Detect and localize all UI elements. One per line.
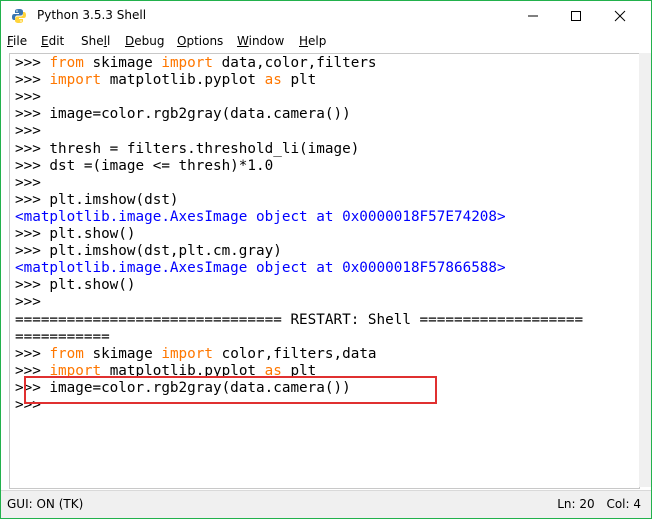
code-token: >>> xyxy=(15,123,41,140)
output-token: <matplotlib.image.AxesImage object at 0x… xyxy=(15,260,506,277)
code-token: >>> xyxy=(15,72,50,89)
code-token: >>> thresh = filters.threshold_li(image) xyxy=(15,140,360,157)
cursor-position: Ln: 20 Col: 4 xyxy=(549,497,641,511)
minimize-button[interactable] xyxy=(510,1,556,31)
shell-line: <matplotlib.image.AxesImage object at 0x… xyxy=(15,209,506,226)
shell-line: >>> plt.imshow(dst,plt.cm.gray) xyxy=(15,243,282,260)
close-button[interactable] xyxy=(597,1,643,31)
shell-text-area[interactable]: >>> from skimage import data,color,filte… xyxy=(9,53,640,489)
code-token: >>> plt.imshow(dst,plt.cm.gray) xyxy=(15,243,282,260)
window-title: Python 3.5.3 Shell xyxy=(37,8,147,22)
code-token: >>> image=color.rgb2gray(data.camera()) xyxy=(15,106,351,123)
shell-line: >>> image=color.rgb2gray(data.camera()) xyxy=(15,106,351,123)
minimize-icon xyxy=(528,15,538,17)
keyword-token: from xyxy=(49,345,84,362)
gui-status: GUI: ON (TK) xyxy=(7,497,84,511)
python-icon xyxy=(11,8,27,24)
title-bar[interactable]: Python 3.5.3 Shell xyxy=(1,1,651,31)
shell-line: >>> dst =(image <= thresh)*1.0 xyxy=(15,158,273,175)
shell-line: >>> xyxy=(15,123,41,140)
code-token: >>> plt.show() xyxy=(15,277,136,294)
shell-line: >>> xyxy=(15,89,41,106)
close-icon xyxy=(614,10,626,22)
code-token: skimage xyxy=(83,55,162,71)
code-token: data,color,filters xyxy=(213,55,377,71)
code-token: =========== xyxy=(15,328,110,345)
column-number: Col: 4 xyxy=(606,497,641,511)
shell-line: >>> plt.show() xyxy=(15,277,136,294)
line-number: Ln: 20 xyxy=(557,497,595,511)
menu-options[interactable]: Options xyxy=(177,34,223,48)
highlight-annotation-box xyxy=(24,376,437,404)
code-token: >>> xyxy=(15,89,41,106)
shell-line: >>> xyxy=(15,175,41,192)
menu-help[interactable]: Help xyxy=(299,34,326,48)
code-token: >>> plt.imshow(dst) xyxy=(15,191,179,208)
menu-window[interactable]: Window xyxy=(237,34,284,48)
shell-line: =========== xyxy=(15,329,110,346)
code-token: color,filters,data xyxy=(213,345,377,362)
code-token: >>> xyxy=(15,345,50,362)
menu-file[interactable]: File xyxy=(7,34,27,48)
shell-line: >>> plt.imshow(dst) xyxy=(15,192,179,209)
menu-edit[interactable]: Edit xyxy=(41,34,64,48)
shell-line: >>> import matplotlib.pyplot as plt xyxy=(15,72,316,89)
status-bar: GUI: ON (TK) Ln: 20 Col: 4 xyxy=(1,490,651,518)
code-token: >>> xyxy=(15,55,50,71)
menu-shell[interactable]: Shell xyxy=(81,34,110,48)
code-token: >>> xyxy=(15,294,41,311)
keyword-token: import xyxy=(161,55,213,71)
menu-bar: File Edit Shell Debug Options Window Hel… xyxy=(1,31,651,52)
vertical-scrollbar[interactable] xyxy=(639,53,651,487)
idle-shell-window: Python 3.5.3 Shell File Edit Shell Debug… xyxy=(0,0,652,519)
menu-debug[interactable]: Debug xyxy=(125,34,164,48)
shell-line: =============================== RESTART:… xyxy=(15,312,583,329)
keyword-token: import xyxy=(161,345,213,362)
shell-line: >>> from skimage import data,color,filte… xyxy=(15,55,377,72)
shell-line: >>> xyxy=(15,294,41,311)
keyword-token: from xyxy=(49,55,84,71)
maximize-button[interactable] xyxy=(553,1,599,31)
code-token: >>> dst =(image <= thresh)*1.0 xyxy=(15,157,274,174)
keyword-token: import xyxy=(49,72,102,89)
code-token: >>> xyxy=(15,174,41,191)
code-token: skimage xyxy=(83,345,162,362)
keyword-token: as xyxy=(264,72,282,89)
code-token: =============================== RESTART:… xyxy=(15,311,584,328)
code-token: matplotlib.pyplot xyxy=(101,72,265,89)
maximize-icon xyxy=(571,11,581,21)
shell-line: >>> thresh = filters.threshold_li(image) xyxy=(15,141,359,158)
output-token: <matplotlib.image.AxesImage object at 0x… xyxy=(15,208,506,225)
shell-line: <matplotlib.image.AxesImage object at 0x… xyxy=(15,260,506,277)
code-token: plt xyxy=(281,72,317,89)
shell-line: >>> from skimage import color,filters,da… xyxy=(15,346,377,363)
code-token: >>> plt.show() xyxy=(15,226,136,242)
shell-line: >>> plt.show() xyxy=(15,226,136,243)
